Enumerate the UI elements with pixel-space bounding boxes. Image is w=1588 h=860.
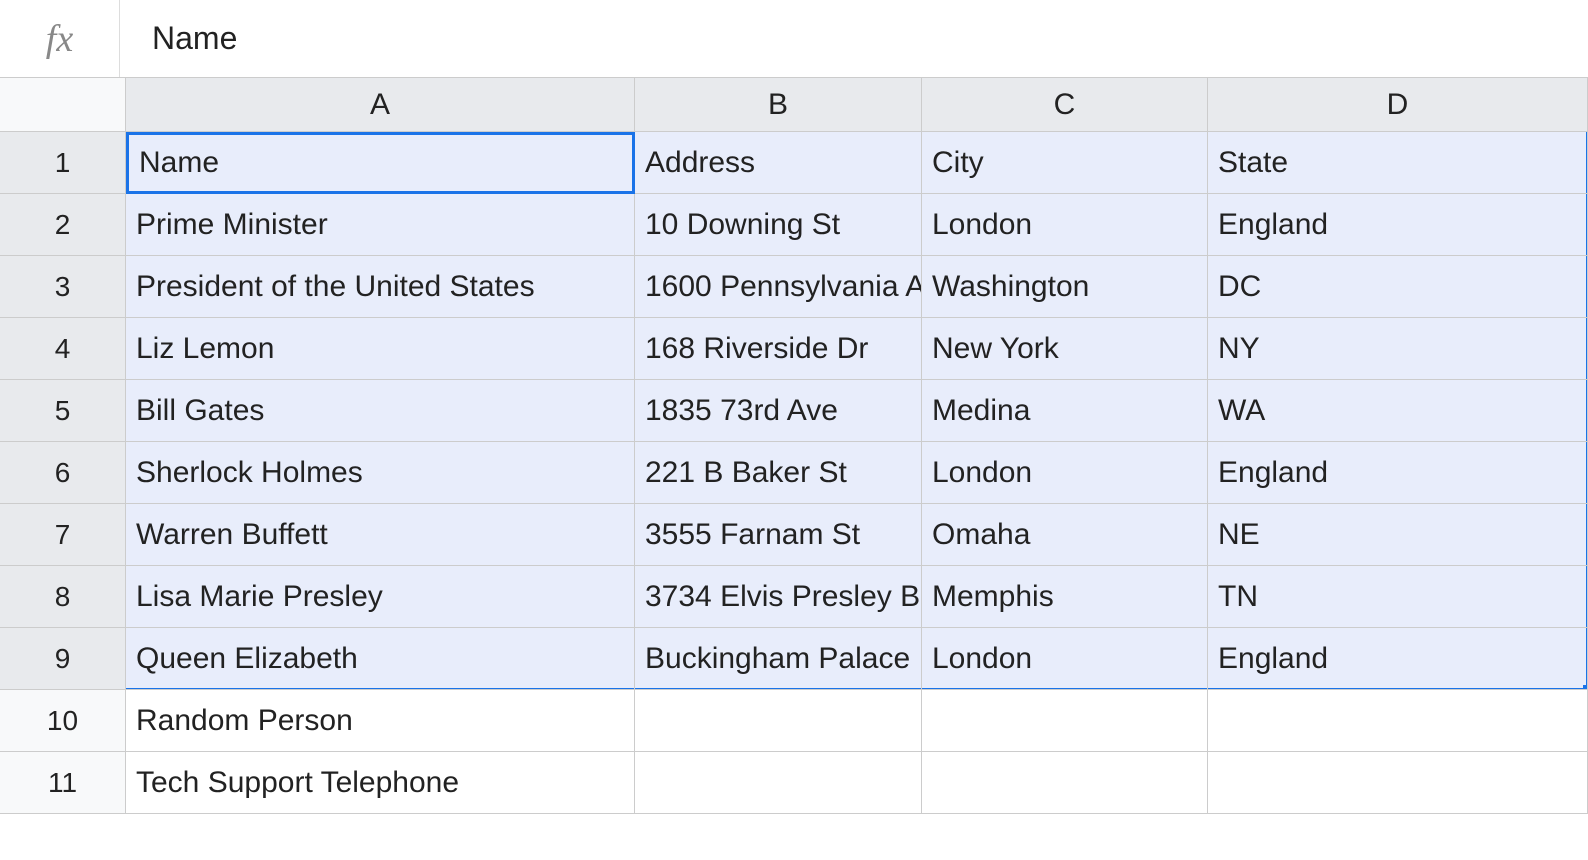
formula-input[interactable] [120, 0, 1588, 77]
column-header-B[interactable]: B [635, 78, 922, 132]
cell-A4[interactable]: Liz Lemon [126, 318, 635, 380]
cell-A9[interactable]: Queen Elizabeth [126, 628, 635, 690]
cell-C4[interactable]: New York [922, 318, 1208, 380]
cell-A10[interactable]: Random Person [126, 690, 635, 752]
cell-C10[interactable] [922, 690, 1208, 752]
row-header-7[interactable]: 7 [0, 504, 126, 566]
row-header-2[interactable]: 2 [0, 194, 126, 256]
cell-D9[interactable]: England [1208, 628, 1588, 690]
cell-B8[interactable]: 3734 Elvis Presley Blvd [635, 566, 922, 628]
cell-D3[interactable]: DC [1208, 256, 1588, 318]
row-header-10[interactable]: 10 [0, 690, 126, 752]
cell-A1[interactable]: Name [126, 132, 635, 194]
cell-B9[interactable]: Buckingham Palace [635, 628, 922, 690]
cell-C3[interactable]: Washington [922, 256, 1208, 318]
cell-C7[interactable]: Omaha [922, 504, 1208, 566]
row-header-8[interactable]: 8 [0, 566, 126, 628]
cell-D7[interactable]: NE [1208, 504, 1588, 566]
row-header-4[interactable]: 4 [0, 318, 126, 380]
row-header-6[interactable]: 6 [0, 442, 126, 504]
spreadsheet-grid: ABCD 1NameAddressCityState 2Prime Minister… [0, 78, 1588, 814]
column-header-A[interactable]: A [126, 78, 635, 132]
cell-D2[interactable]: England [1208, 194, 1588, 256]
cell-B1[interactable]: Address [635, 132, 922, 194]
cell-B6[interactable]: 221 B Baker St [635, 442, 922, 504]
cell-D4[interactable]: NY [1208, 318, 1588, 380]
cell-A6[interactable]: Sherlock Holmes [126, 442, 635, 504]
cell-C5[interactable]: Medina [922, 380, 1208, 442]
cell-A2[interactable]: Prime Minister [126, 194, 635, 256]
row-header-11[interactable]: 11 [0, 752, 126, 814]
cell-A5[interactable]: Bill Gates [126, 380, 635, 442]
cell-D6[interactable]: England [1208, 442, 1588, 504]
cell-D10[interactable] [1208, 690, 1588, 752]
column-header-C[interactable]: C [922, 78, 1208, 132]
cell-C9[interactable]: London [922, 628, 1208, 690]
cell-A7[interactable]: Warren Buffett [126, 504, 635, 566]
column-header-D[interactable]: D [1208, 78, 1588, 132]
row-header-5[interactable]: 5 [0, 380, 126, 442]
cell-B10[interactable] [635, 690, 922, 752]
cell-D8[interactable]: TN [1208, 566, 1588, 628]
row-header-9[interactable]: 9 [0, 628, 126, 690]
cell-B4[interactable]: 168 Riverside Dr [635, 318, 922, 380]
row-header-3[interactable]: 3 [0, 256, 126, 318]
cell-B2[interactable]: 10 Downing St [635, 194, 922, 256]
row-header-1[interactable]: 1 [0, 132, 126, 194]
cell-B11[interactable] [635, 752, 922, 814]
cell-C2[interactable]: London [922, 194, 1208, 256]
cell-A3[interactable]: President of the United States [126, 256, 635, 318]
cell-A11[interactable]: Tech Support Telephone [126, 752, 635, 814]
cell-B3[interactable]: 1600 Pennsylvania Ave [635, 256, 922, 318]
cell-D11[interactable] [1208, 752, 1588, 814]
cell-B5[interactable]: 1835 73rd Ave [635, 380, 922, 442]
cell-D5[interactable]: WA [1208, 380, 1588, 442]
cell-D1[interactable]: State [1208, 132, 1588, 194]
cell-A8[interactable]: Lisa Marie Presley [126, 566, 635, 628]
formula-bar: fx [0, 0, 1588, 78]
cell-C1[interactable]: City [922, 132, 1208, 194]
cell-B7[interactable]: 3555 Farnam St [635, 504, 922, 566]
fx-icon[interactable]: fx [0, 0, 120, 77]
select-all-corner[interactable] [0, 78, 126, 132]
cell-C6[interactable]: London [922, 442, 1208, 504]
cell-C8[interactable]: Memphis [922, 566, 1208, 628]
cell-C11[interactable] [922, 752, 1208, 814]
